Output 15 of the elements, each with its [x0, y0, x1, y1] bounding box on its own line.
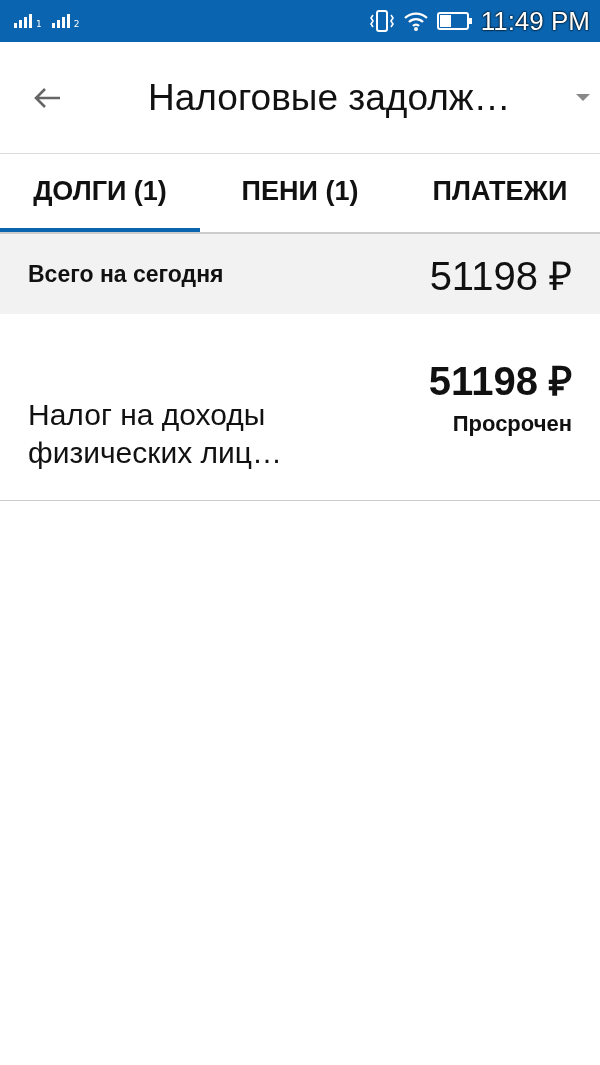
debt-amount: 51198 ₽ [428, 358, 572, 405]
sim-number: 2 [73, 19, 80, 29]
vibrate-icon [368, 9, 395, 33]
back-arrow-icon[interactable] [32, 85, 62, 110]
tax-name: Налог на доходы физических лиц… [28, 397, 283, 471]
debt-row[interactable]: Налог на доходы физических лиц… 51198 ₽ Просрочен [0, 314, 600, 501]
battery-icon [436, 11, 473, 31]
debt-status: Просрочен [452, 411, 572, 437]
screen-title[interactable]: Налоговые задолж… [148, 76, 576, 119]
clock: 11:49 PM [480, 5, 590, 37]
dropdown-caret-icon[interactable] [576, 93, 590, 102]
sim-number: 1 [36, 19, 42, 29]
wifi-icon [402, 10, 429, 32]
summary-label: Всего на сегодня [28, 260, 224, 288]
summary-amount: 51198 ₽ [429, 252, 572, 300]
